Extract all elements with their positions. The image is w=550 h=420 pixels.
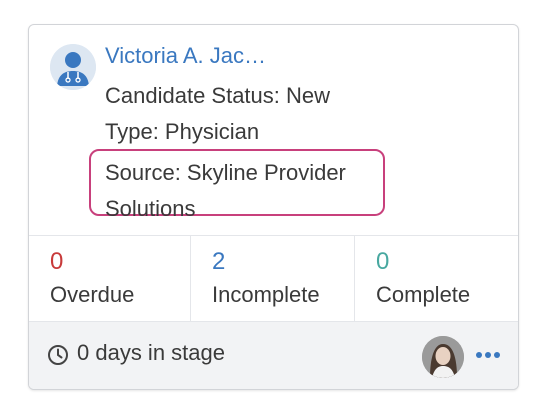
incomplete-label: Incomplete (212, 282, 320, 307)
complete-count: 0 (376, 248, 390, 275)
stat-complete[interactable]: 0 Complete (355, 236, 518, 322)
stat-incomplete[interactable]: 2 Incomplete (191, 236, 355, 322)
days-in-stage: 0 days in stage (77, 340, 225, 365)
overdue-count: 0 (50, 248, 64, 275)
clock-icon (48, 345, 68, 365)
candidate-name-link[interactable]: Victoria A. Jac… (105, 43, 266, 69)
task-stats: 0 Overdue 2 Incomplete 0 Complete (29, 235, 518, 322)
candidate-type: Type: Physician (105, 119, 260, 144)
incomplete-count: 2 (212, 248, 226, 275)
card-header: Victoria A. Jac… Candidate Status: New T… (29, 25, 518, 235)
complete-label: Complete (376, 282, 471, 307)
card-footer: 0 days in stage (29, 321, 518, 389)
candidate-source: Source: Skyline Provider Solutions (105, 160, 346, 221)
doctor-avatar-icon (50, 44, 96, 90)
overdue-label: Overdue (50, 282, 135, 307)
stat-overdue[interactable]: 0 Overdue (29, 236, 191, 322)
candidate-card[interactable]: Victoria A. Jac… Candidate Status: New T… (28, 24, 519, 390)
more-options-icon[interactable] (475, 350, 501, 360)
candidate-status: Candidate Status: New (105, 83, 331, 108)
assigned-user-avatar[interactable] (422, 336, 464, 378)
